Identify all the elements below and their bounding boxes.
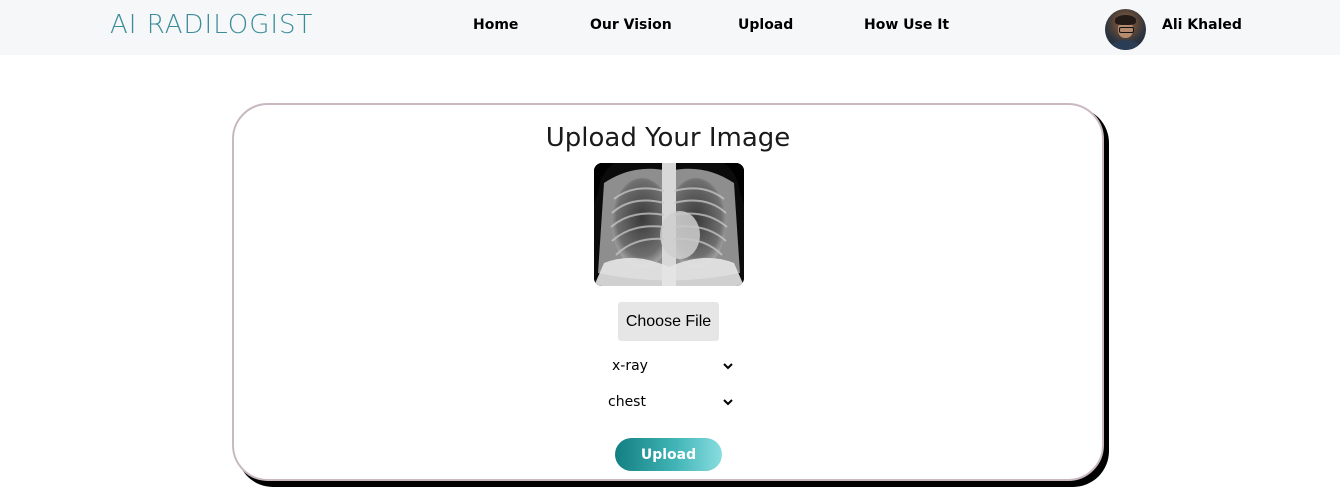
nav-link-upload[interactable]: Upload [738,16,793,34]
nav-link-home[interactable]: Home [473,16,518,34]
nav-link-how-use-it[interactable]: How Use It [864,16,949,34]
upload-card-title: Upload Your Image [545,123,791,153]
user-name[interactable]: Ali Khaled [1162,16,1242,34]
navbar: AI RADILOGIST Home Our Vision Upload How… [0,0,1340,55]
avatar-shirt [1111,40,1140,50]
choose-file-button[interactable]: Choose File [618,302,719,341]
user-avatar[interactable] [1105,9,1146,50]
logo[interactable]: AI RADILOGIST [110,9,313,41]
modality-select-value: x-ray [612,358,648,374]
chevron-down-icon [723,399,733,406]
nav-link-our-vision[interactable]: Our Vision [590,16,672,34]
chest-xray-icon [594,163,744,286]
avatar-hair [1115,15,1136,25]
upload-card [232,103,1104,481]
avatar-glasses [1119,27,1134,33]
region-select-value: chest [608,394,646,410]
modality-select[interactable]: x-ray [608,355,734,377]
region-select[interactable]: chest [608,391,734,413]
chevron-down-icon [723,363,733,370]
xray-preview-image [594,163,744,286]
upload-button[interactable]: Upload [615,438,722,471]
